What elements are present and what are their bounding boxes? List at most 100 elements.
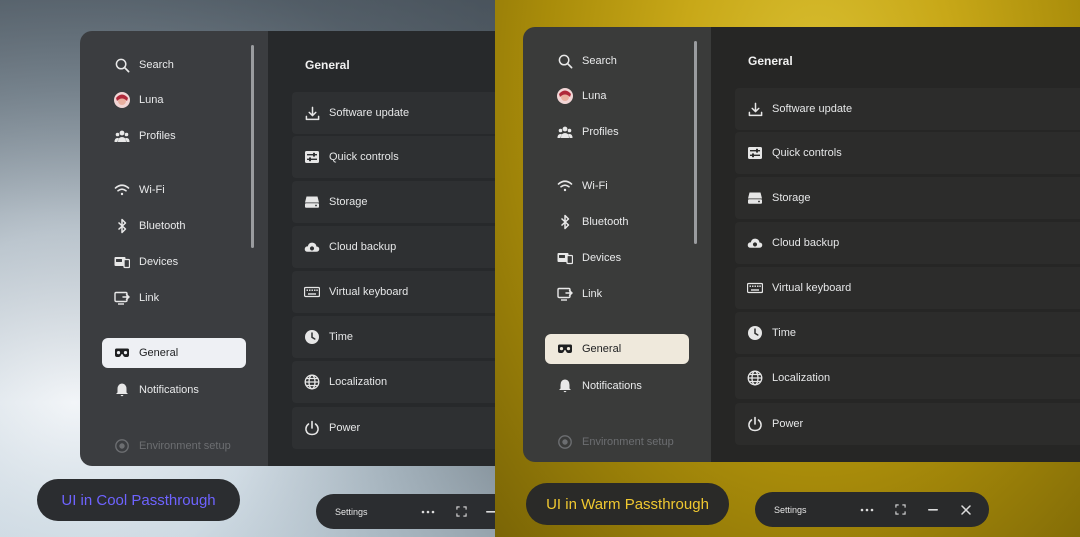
sidebar-item-general[interactable]: General xyxy=(102,338,246,368)
sidebar-item-notifications[interactable]: Notifications xyxy=(102,375,246,405)
sidebar-item-label: Notifications xyxy=(139,384,199,396)
settings-row-label: Storage xyxy=(772,192,811,204)
settings-row-label: Cloud backup xyxy=(772,237,840,249)
avatar xyxy=(114,92,130,108)
storage-icon xyxy=(747,190,763,206)
cloud-icon xyxy=(304,239,320,255)
settings-panel: Search Luna Profiles Wi-Fi Bluetooth Dev… xyxy=(523,27,1080,462)
sidebar-item-wifi[interactable]: Wi-Fi xyxy=(102,175,246,205)
bluetooth-icon xyxy=(557,214,573,230)
page-title: General xyxy=(748,54,793,68)
settings-row-label: Storage xyxy=(329,196,368,208)
warm-passthrough-view: Search Luna Profiles Wi-Fi Bluetooth Dev… xyxy=(495,0,1080,537)
environment-icon xyxy=(114,438,130,454)
settings-row-localization[interactable]: Localization xyxy=(292,361,495,403)
sidebar-item-profile-luna[interactable]: Luna xyxy=(102,85,246,115)
taskbar-app-label: Settings xyxy=(774,504,807,515)
settings-row-label: Power xyxy=(329,422,361,434)
sidebar-item-label: Environment setup xyxy=(139,440,231,452)
settings-row-software-update[interactable]: Software update xyxy=(292,92,495,134)
sidebar-item-label: Link xyxy=(139,292,160,304)
sidebar: Search Luna Profiles Wi-Fi Bluetooth Dev… xyxy=(80,31,268,466)
settings-row-quick-controls[interactable]: Quick controls xyxy=(292,136,495,178)
fullscreen-icon[interactable] xyxy=(891,501,909,519)
sliders-icon xyxy=(747,145,763,161)
sidebar-item-profiles[interactable]: Profiles xyxy=(545,117,689,147)
sidebar-item-label: Link xyxy=(582,288,603,300)
sidebar-item-link[interactable]: Link xyxy=(545,279,689,309)
settings-row-label: Cloud backup xyxy=(329,241,397,253)
settings-row-software-update[interactable]: Software update xyxy=(735,88,1080,130)
wifi-icon xyxy=(114,182,130,198)
sidebar-item-search[interactable]: Search xyxy=(545,46,689,76)
settings-row-label: Quick controls xyxy=(329,151,399,163)
sidebar-scrollbar[interactable] xyxy=(694,41,697,244)
sidebar-item-label: Bluetooth xyxy=(582,216,629,228)
power-icon xyxy=(747,416,763,432)
settings-row-label: Localization xyxy=(329,376,388,388)
settings-row-storage[interactable]: Storage xyxy=(292,181,495,223)
window-taskbar: Settings xyxy=(316,494,495,529)
settings-row-time[interactable]: Time xyxy=(735,312,1080,354)
settings-row-localization[interactable]: Localization xyxy=(735,357,1080,399)
settings-row-time[interactable]: Time xyxy=(292,316,495,358)
more-options-icon[interactable] xyxy=(419,503,437,521)
sidebar-item-devices[interactable]: Devices xyxy=(102,247,246,277)
clock-icon xyxy=(304,329,320,345)
sidebar-item-environment-setup[interactable]: Environment setup xyxy=(102,431,246,461)
sidebar-item-profile-luna[interactable]: Luna xyxy=(545,81,689,111)
taskbar-app-label: Settings xyxy=(335,506,368,517)
settings-row-label: Power xyxy=(772,418,804,430)
sidebar-item-wifi[interactable]: Wi-Fi xyxy=(545,171,689,201)
keyboard-icon xyxy=(747,280,763,296)
settings-row-storage[interactable]: Storage xyxy=(735,177,1080,219)
sidebar-item-devices[interactable]: Devices xyxy=(545,243,689,273)
settings-row-power[interactable]: Power xyxy=(735,403,1080,445)
sidebar-item-label: General xyxy=(139,347,179,359)
sidebar-item-search[interactable]: Search xyxy=(102,50,246,80)
sidebar-item-label: General xyxy=(582,343,622,355)
settings-row-cloud-backup[interactable]: Cloud backup xyxy=(735,222,1080,264)
headset-icon xyxy=(114,345,130,361)
sidebar-item-label: Notifications xyxy=(582,380,642,392)
settings-row-quick-controls[interactable]: Quick controls xyxy=(735,132,1080,174)
storage-icon xyxy=(304,194,320,210)
sidebar: Search Luna Profiles Wi-Fi Bluetooth Dev… xyxy=(523,27,711,462)
sidebar-item-notifications[interactable]: Notifications xyxy=(545,371,689,401)
cool-passthrough-view: Search Luna Profiles Wi-Fi Bluetooth Dev… xyxy=(0,0,495,537)
settings-row-cloud-backup[interactable]: Cloud backup xyxy=(292,226,495,268)
bluetooth-icon xyxy=(114,218,130,234)
fullscreen-icon[interactable] xyxy=(452,503,470,521)
sidebar-item-label: Search xyxy=(582,55,617,67)
globe-icon xyxy=(304,374,320,390)
sidebar-item-label: Wi-Fi xyxy=(582,180,608,192)
search-icon xyxy=(557,53,573,69)
settings-row-power[interactable]: Power xyxy=(292,407,495,449)
settings-row-label: Localization xyxy=(772,372,831,384)
sidebar-item-label: Devices xyxy=(582,252,622,264)
sidebar-item-profiles[interactable]: Profiles xyxy=(102,121,246,151)
sidebar-item-label: Devices xyxy=(139,256,179,268)
settings-row-label: Quick controls xyxy=(772,147,842,159)
settings-row-virtual-keyboard[interactable]: Virtual keyboard xyxy=(292,271,495,313)
more-options-icon[interactable] xyxy=(858,501,876,519)
sidebar-scrollbar[interactable] xyxy=(251,45,254,248)
sidebar-item-label: Profiles xyxy=(582,126,619,138)
minimize-icon[interactable] xyxy=(482,503,495,521)
people-icon xyxy=(557,124,573,140)
minimize-icon[interactable] xyxy=(924,501,942,519)
sidebar-item-label: Profiles xyxy=(139,130,176,142)
sidebar-item-label: Luna xyxy=(139,94,164,106)
sidebar-item-link[interactable]: Link xyxy=(102,283,246,313)
settings-row-virtual-keyboard[interactable]: Virtual keyboard xyxy=(735,267,1080,309)
sidebar-item-bluetooth[interactable]: Bluetooth xyxy=(102,211,246,241)
globe-icon xyxy=(747,370,763,386)
close-icon[interactable] xyxy=(957,501,975,519)
sidebar-item-environment-setup[interactable]: Environment setup xyxy=(545,427,689,457)
clock-icon xyxy=(747,325,763,341)
sidebar-item-bluetooth[interactable]: Bluetooth xyxy=(545,207,689,237)
caption-badge: UI in Cool Passthrough xyxy=(37,479,240,521)
sidebar-item-general[interactable]: General xyxy=(545,334,689,364)
settings-row-label: Virtual keyboard xyxy=(772,282,852,294)
people-icon xyxy=(114,128,130,144)
